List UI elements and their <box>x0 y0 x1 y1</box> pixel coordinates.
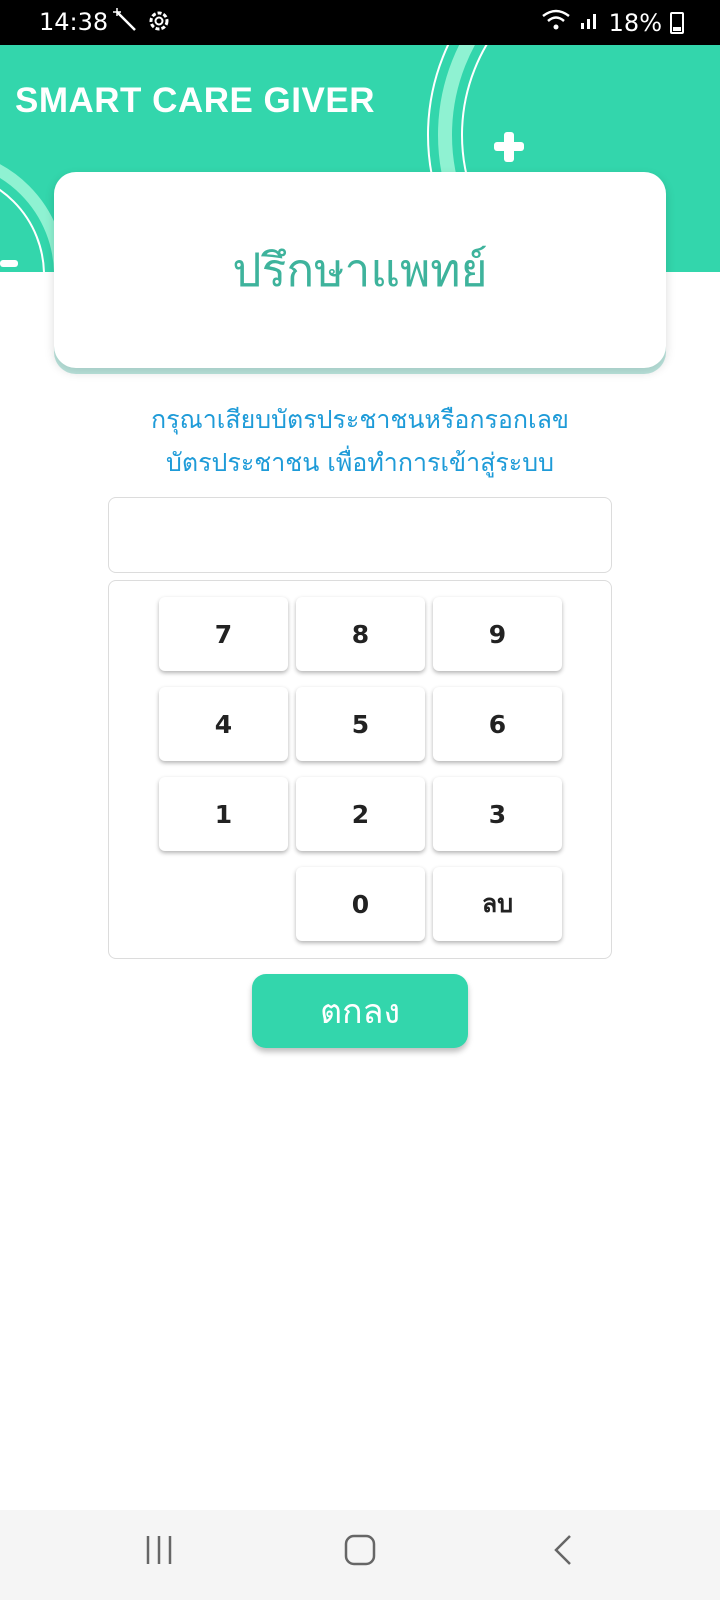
key-1[interactable]: 1 <box>159 777 288 851</box>
ok-button[interactable]: ตกลง <box>252 974 468 1048</box>
instruction-line-2: บัตรประชาชน เพื่อทำการเข้าสู่ระบบ <box>166 448 554 477</box>
key-3[interactable]: 3 <box>433 777 562 851</box>
signal-icon <box>579 9 601 37</box>
status-right: 18% <box>541 8 684 38</box>
key-8[interactable]: 8 <box>296 597 425 671</box>
key-2[interactable]: 2 <box>296 777 425 851</box>
recent-apps-icon[interactable] <box>144 1534 174 1570</box>
key-6[interactable]: 6 <box>433 687 562 761</box>
numeric-keypad: 7 8 9 4 5 6 1 2 3 0 ลบ <box>108 580 612 959</box>
status-bar: 14:38 18% <box>0 0 720 45</box>
delete-key[interactable]: ลบ <box>433 867 562 941</box>
key-7[interactable]: 7 <box>159 597 288 671</box>
id-card-input[interactable] <box>108 497 612 573</box>
battery-charging-icon <box>670 12 684 34</box>
back-icon[interactable] <box>552 1534 574 1570</box>
page-title: ปรึกษาแพทย์ <box>232 242 488 297</box>
status-left-icons <box>113 8 172 40</box>
key-0[interactable]: 0 <box>296 867 425 941</box>
key-4[interactable]: 4 <box>159 687 288 761</box>
app-brand: SMART CARE GIVER <box>15 81 375 120</box>
status-time: 14:38 <box>39 8 109 36</box>
battery-text: 18% <box>608 9 662 37</box>
instruction-text: กรุณาเสียบบัตรประชาชนหรือกรอกเลข บัตรประ… <box>0 398 720 484</box>
magic-wand-icon <box>113 8 146 40</box>
home-icon[interactable] <box>344 1534 376 1570</box>
gear-icon <box>146 11 172 40</box>
instruction-line-1: กรุณาเสียบบัตรประชาชนหรือกรอกเลข <box>150 405 570 434</box>
key-5[interactable]: 5 <box>296 687 425 761</box>
key-9[interactable]: 9 <box>433 597 562 671</box>
system-nav-bar <box>0 1510 720 1600</box>
title-card: ปรึกษาแพทย์ <box>54 172 666 368</box>
wifi-icon <box>541 8 571 38</box>
